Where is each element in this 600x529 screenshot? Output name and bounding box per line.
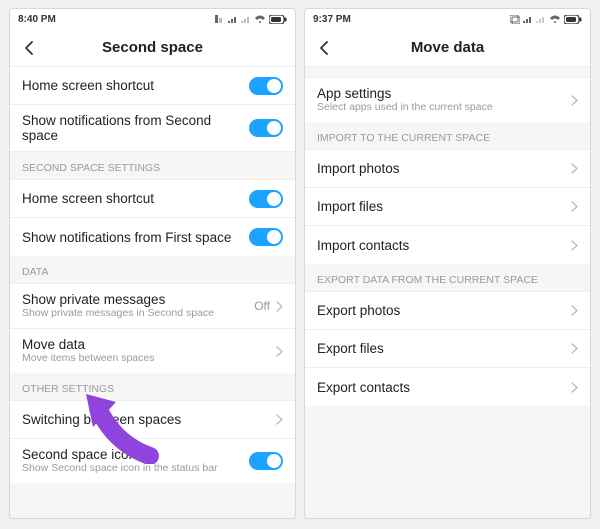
row-import-files[interactable]: Import files: [305, 188, 590, 226]
status-time: 9:37 PM: [313, 14, 351, 25]
wifi-icon: [549, 15, 561, 23]
row-import-photos[interactable]: Import photos: [305, 150, 590, 188]
chevron-right-icon: [571, 240, 578, 251]
section-data: DATA: [10, 256, 295, 283]
spacer: [305, 67, 590, 77]
row-label: Import contacts: [317, 238, 409, 253]
signal-icon: [536, 15, 546, 23]
header-bar: Move data: [305, 29, 590, 67]
chevron-right-icon: [571, 95, 578, 106]
status-bar: 9:37 PM: [305, 9, 590, 29]
sync-icon: [510, 15, 520, 24]
chevron-right-icon: [571, 163, 578, 174]
battery-icon: [564, 15, 582, 24]
toggle-second-space-icon[interactable]: [249, 452, 283, 470]
toggle-notifications-first[interactable]: [249, 228, 283, 246]
row-label: Export photos: [317, 303, 400, 318]
status-bar: 8:40 PM: [10, 9, 295, 29]
signal-icon: [228, 15, 238, 23]
chevron-right-icon: [276, 346, 283, 357]
section-import: IMPORT TO THE CURRENT SPACE: [305, 122, 590, 149]
battery-icon: [269, 15, 287, 24]
row-show-notifications-second[interactable]: Show notifications from Second space: [10, 105, 295, 152]
row-sublabel: Select apps used in the current space: [317, 101, 493, 114]
row-sublabel: Show private messages in Second space: [22, 307, 214, 320]
section-other-settings: OTHER SETTINGS: [10, 373, 295, 400]
row-export-photos[interactable]: Export photos: [305, 292, 590, 330]
row-home-shortcut-2[interactable]: Home screen shortcut: [10, 180, 295, 218]
toggle-notifications-second[interactable]: [249, 119, 283, 137]
wifi-icon: [254, 15, 266, 23]
row-export-contacts[interactable]: Export contacts: [305, 368, 590, 406]
row-app-settings[interactable]: App settings Select apps used in the cur…: [305, 78, 590, 122]
row-label: Switching between spaces: [22, 412, 181, 427]
toggle-home-shortcut[interactable]: [249, 77, 283, 95]
row-label: Show notifications from First space: [22, 230, 231, 245]
status-time: 8:40 PM: [18, 14, 56, 25]
settings-list: Home screen shortcut Show notifications …: [10, 67, 295, 518]
row-home-shortcut[interactable]: Home screen shortcut: [10, 67, 295, 105]
row-show-notifications-first[interactable]: Show notifications from First space: [10, 218, 295, 256]
row-label: Import photos: [317, 161, 400, 176]
status-icons: [510, 15, 582, 24]
header-bar: Second space: [10, 29, 295, 67]
chevron-right-icon: [571, 201, 578, 212]
row-label: Import files: [317, 199, 383, 214]
row-label: Show private messages: [22, 292, 214, 307]
row-label: App settings: [317, 86, 493, 101]
section-export: EXPORT DATA FROM THE CURRENT SPACE: [305, 264, 590, 291]
phone-right: 9:37 PM Move data App settings Sel: [304, 8, 591, 519]
row-label: Second space icon: [22, 447, 218, 462]
chevron-right-icon: [571, 382, 578, 393]
row-label: Export contacts: [317, 380, 410, 395]
signal-icon: [523, 15, 533, 23]
row-sublabel: Move items between spaces: [22, 352, 154, 365]
section-second-space-settings: SECOND SPACE SETTINGS: [10, 152, 295, 179]
row-label: Home screen shortcut: [22, 78, 154, 93]
phone-left: 8:40 PM Second space Home screen shortcu…: [9, 8, 296, 519]
sim-icon: [215, 15, 225, 23]
chevron-right-icon: [276, 414, 283, 425]
row-label: Export files: [317, 341, 384, 356]
row-import-contacts[interactable]: Import contacts: [305, 226, 590, 264]
row-value: Off: [254, 299, 270, 313]
chevron-right-icon: [571, 343, 578, 354]
chevron-right-icon: [571, 305, 578, 316]
row-label: Move data: [22, 337, 154, 352]
toggle-home-shortcut-2[interactable]: [249, 190, 283, 208]
row-show-private-messages[interactable]: Show private messages Show private messa…: [10, 284, 295, 329]
row-export-files[interactable]: Export files: [305, 330, 590, 368]
row-sublabel: Show Second space icon in the status bar: [22, 462, 218, 475]
row-second-space-icon[interactable]: Second space icon Show Second space icon…: [10, 439, 295, 483]
page-title: Move data: [315, 39, 580, 56]
signal-icon: [241, 15, 251, 23]
status-icons: [215, 15, 287, 24]
row-label: Show notifications from Second space: [22, 113, 241, 143]
chevron-right-icon: [276, 301, 283, 312]
row-switching-between-spaces[interactable]: Switching between spaces: [10, 401, 295, 439]
page-title: Second space: [20, 39, 285, 56]
row-label: Home screen shortcut: [22, 191, 154, 206]
settings-list: App settings Select apps used in the cur…: [305, 67, 590, 518]
row-move-data[interactable]: Move data Move items between spaces: [10, 329, 295, 373]
